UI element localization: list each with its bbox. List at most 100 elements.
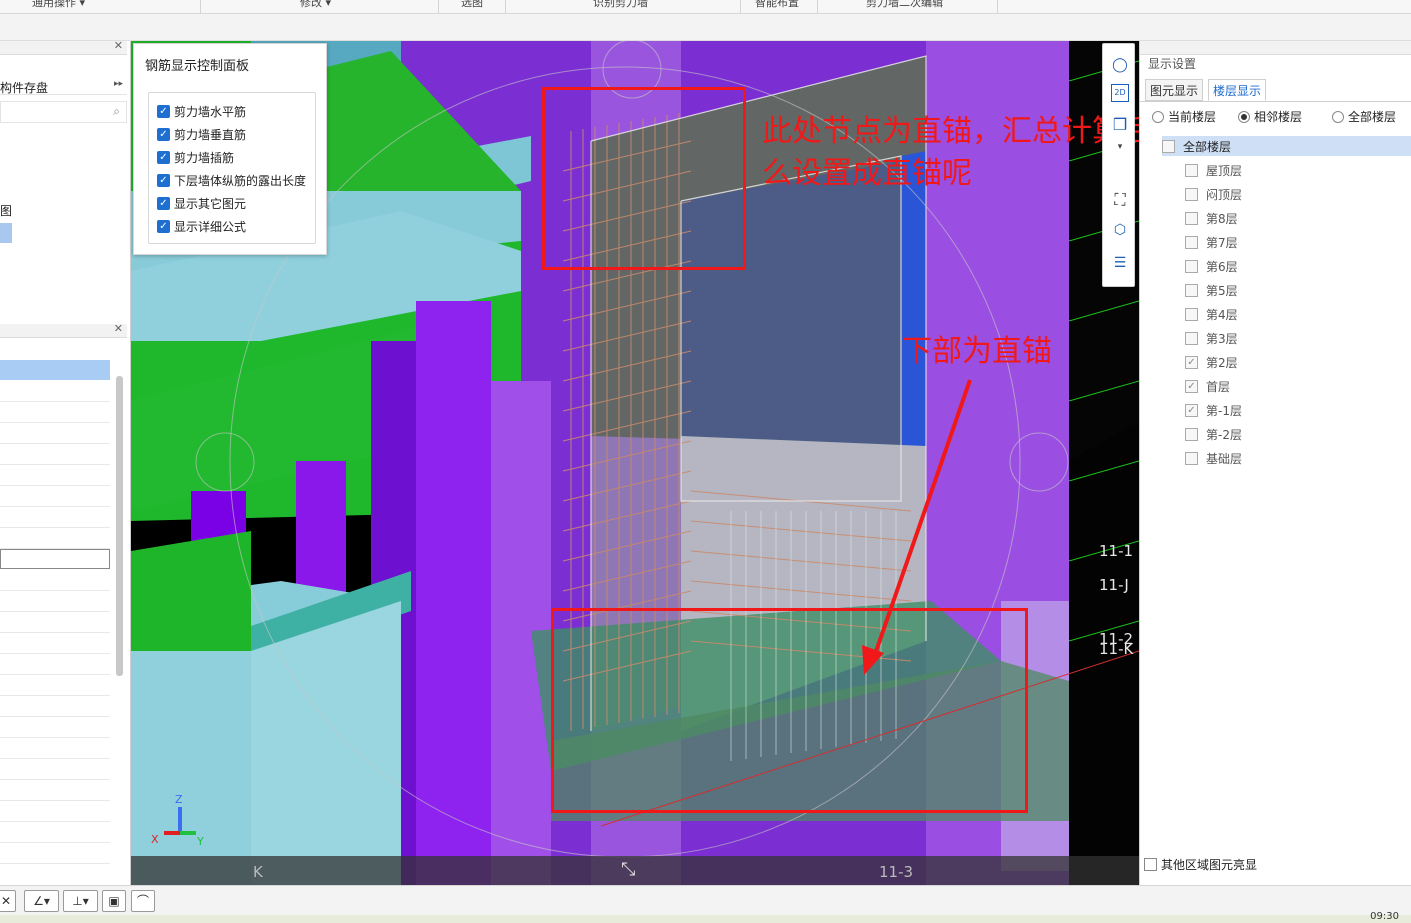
list-item[interactable]	[0, 759, 110, 780]
radio-selected-icon[interactable]	[1238, 110, 1250, 123]
list-item[interactable]	[0, 738, 110, 759]
checkbox-checked-icon[interactable]: ✓	[157, 219, 170, 233]
arc-tool-icon[interactable]: ⌒	[131, 890, 155, 912]
list-item[interactable]	[0, 780, 110, 801]
floor-row[interactable]: 第3层	[1185, 328, 1238, 348]
display-settings-icon[interactable]: ☰	[1109, 252, 1131, 274]
checkbox-icon[interactable]	[1144, 858, 1157, 871]
checkbox-icon[interactable]	[1185, 163, 1198, 177]
list-item[interactable]	[0, 696, 110, 717]
checkbox-checked-icon[interactable]: ✓	[157, 150, 170, 164]
list-item[interactable]	[0, 654, 110, 675]
list-item[interactable]	[0, 444, 110, 465]
snap-tool-icon[interactable]: ▣	[102, 890, 126, 912]
checkbox-checked-icon[interactable]: ✓	[1185, 355, 1198, 369]
floor-row[interactable]: 第7层	[1185, 232, 1238, 252]
selected-item-highlight[interactable]	[0, 223, 12, 243]
option-lower-wall-exposed-length[interactable]: ✓ 下层墙体纵筋的露出长度	[157, 170, 306, 190]
list-item[interactable]	[0, 528, 110, 549]
checkbox-checked-icon[interactable]: ✓	[1185, 379, 1198, 393]
list-item[interactable]	[0, 507, 110, 528]
more-icon[interactable]: ▸▸	[114, 79, 123, 89]
other-region-highlight-option[interactable]: 其他区域图元亮显	[1144, 856, 1257, 873]
option-shear-wall-horizontal[interactable]: ✓ 剪力墙水平筋	[157, 101, 246, 121]
option-shear-wall-dowel[interactable]: ✓ 剪力墙插筋	[157, 147, 234, 167]
list-item[interactable]	[0, 675, 110, 696]
tab-floor-display[interactable]: 楼层显示	[1208, 79, 1267, 101]
checkbox-icon[interactable]	[1185, 283, 1198, 297]
checkbox-icon[interactable]	[1185, 331, 1198, 345]
cube-view-icon[interactable]: ⬡	[1109, 219, 1131, 241]
close-icon[interactable]: ✕	[114, 322, 123, 335]
floor-row[interactable]: ✓ 第2层	[1185, 352, 1238, 372]
exit-fullscreen-icon[interactable]: ⤡	[621, 859, 635, 880]
checkbox-checked-icon[interactable]: ✓	[157, 173, 170, 187]
search-icon[interactable]: ⌕	[113, 104, 120, 119]
list-item[interactable]	[0, 591, 110, 612]
checkbox-icon[interactable]	[1185, 187, 1198, 201]
floor-row[interactable]: ✓ 首层	[1185, 376, 1230, 396]
list-item[interactable]	[0, 570, 110, 591]
list-item[interactable]	[0, 612, 110, 633]
orbit-icon[interactable]: ◯	[1109, 54, 1131, 76]
ribbon-group-modify[interactable]: 修改 ▾	[300, 0, 331, 10]
floor-row[interactable]: 第6层	[1185, 256, 1238, 276]
ribbon-group-select-drawing[interactable]: 选图	[461, 0, 483, 10]
offset-tool-icon[interactable]: ⊥▾	[63, 890, 98, 912]
floor-row[interactable]: ✓ 第-1层	[1185, 400, 1242, 420]
option-shear-wall-vertical[interactable]: ✓ 剪力墙垂直筋	[157, 124, 246, 144]
list-item[interactable]	[0, 801, 110, 822]
fullscreen-icon[interactable]: ⛶	[1109, 189, 1131, 211]
tab-element-display[interactable]: 图元显示	[1145, 79, 1204, 101]
checkbox-icon[interactable]	[1185, 211, 1198, 225]
list-item[interactable]	[0, 822, 110, 843]
left-panel-scrollbar[interactable]	[116, 376, 123, 676]
checkbox-icon[interactable]	[1185, 307, 1198, 321]
search-input[interactable]: ⌕	[0, 101, 127, 123]
angle-tool-icon[interactable]: ∠▾	[24, 890, 59, 912]
radio-current-floor[interactable]: 当前楼层	[1152, 108, 1216, 125]
checkbox-icon[interactable]	[1185, 427, 1198, 441]
checkbox-checked-icon[interactable]: ✓	[157, 104, 170, 118]
3d-box-icon[interactable]: ❒	[1109, 114, 1131, 136]
close-tool-icon[interactable]: ✕	[0, 890, 16, 912]
list-item[interactable]	[0, 486, 110, 507]
floor-row[interactable]: 闷顶层	[1185, 184, 1242, 204]
ribbon-group-smart-layout[interactable]: 智能布置	[755, 0, 799, 10]
floor-all-row[interactable]: 全部楼层	[1162, 136, 1411, 156]
list-item-selected[interactable]	[0, 360, 110, 380]
checkbox-icon[interactable]	[1185, 235, 1198, 249]
floor-row[interactable]: 基础层	[1185, 448, 1242, 468]
list-item[interactable]	[0, 717, 110, 738]
list-item[interactable]	[0, 843, 110, 864]
radio-icon[interactable]	[1332, 110, 1344, 123]
floor-row[interactable]: 第8层	[1185, 208, 1238, 228]
radio-adjacent-floors[interactable]: 相邻楼层	[1238, 108, 1302, 125]
list-item[interactable]	[0, 423, 110, 444]
checkbox-checked-icon[interactable]: ✓	[157, 196, 170, 210]
radio-icon[interactable]	[1152, 110, 1164, 123]
ribbon-group-identify-shear-wall[interactable]: 识别剪力墙	[593, 0, 648, 10]
component-store-row[interactable]: 构件存盘 ▸▸	[0, 75, 127, 95]
floor-row[interactable]: 第5层	[1185, 280, 1238, 300]
chevron-down-icon[interactable]: ▾	[1109, 136, 1131, 158]
checkbox-checked-icon[interactable]: ✓	[157, 127, 170, 141]
radio-all-floors[interactable]: 全部楼层	[1332, 108, 1396, 125]
list-item[interactable]	[0, 465, 110, 486]
2d-view-icon[interactable]: 2D	[1111, 84, 1129, 102]
list-item-editing[interactable]	[0, 549, 110, 569]
option-show-detailed-formula[interactable]: ✓ 显示详细公式	[157, 216, 246, 236]
ribbon-group-general[interactable]: 通用操作 ▾	[32, 0, 85, 10]
option-show-other-elements[interactable]: ✓ 显示其它图元	[157, 193, 246, 213]
checkbox-icon[interactable]	[1185, 451, 1198, 465]
ribbon-group-shear-wall-edit[interactable]: 剪力墙二次编辑	[866, 0, 943, 10]
floor-row[interactable]: 屋顶层	[1185, 160, 1242, 180]
checkbox-icon[interactable]	[1185, 259, 1198, 273]
list-item[interactable]	[0, 381, 110, 402]
list-item[interactable]	[0, 633, 110, 654]
floor-row[interactable]: 第4层	[1185, 304, 1238, 324]
list-item[interactable]	[0, 402, 110, 423]
checkbox-icon[interactable]	[1162, 139, 1175, 153]
checkbox-checked-icon[interactable]: ✓	[1185, 403, 1198, 417]
close-icon[interactable]: ✕	[114, 39, 123, 52]
